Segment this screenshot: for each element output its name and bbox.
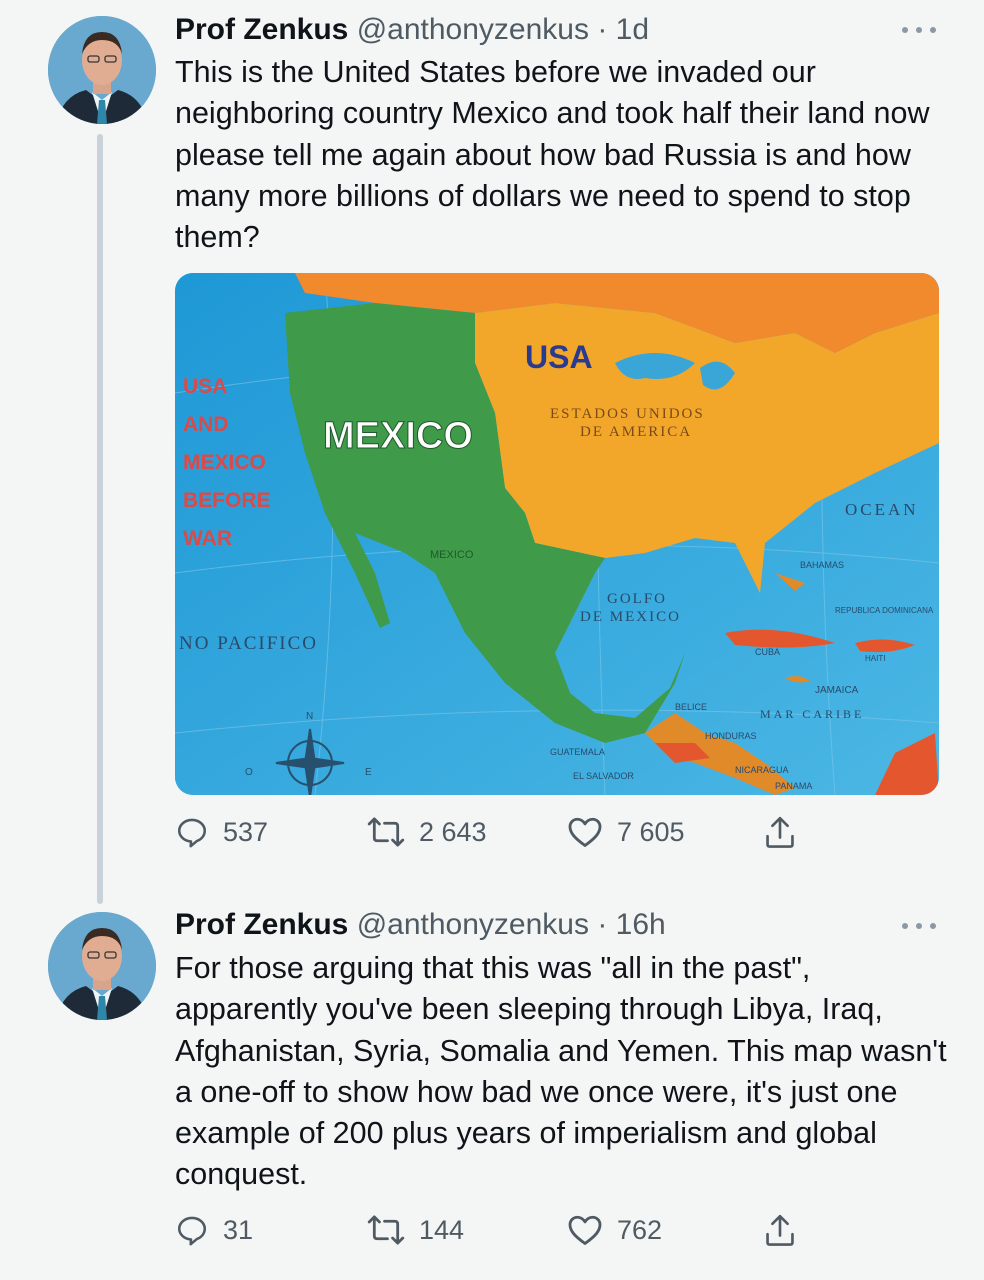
map-label-caribe: MAR CARIBE — [760, 707, 864, 721]
map-label-before-5: WAR — [183, 527, 232, 550]
reply-count: 31 — [223, 1214, 254, 1245]
retweet-button[interactable]: 2 643 — [367, 812, 487, 852]
share-icon — [766, 1214, 794, 1246]
map-label-mexico-small: MEXICO — [430, 549, 474, 561]
reply-count: 537 — [223, 816, 269, 847]
tweet-time[interactable]: 1d — [616, 13, 649, 46]
like-count: 762 — [617, 1214, 663, 1245]
retweet-icon — [367, 1215, 405, 1245]
reply-icon — [177, 1216, 207, 1246]
tweet-media-map[interactable]: USA ESTADOS UNIDOS DE AMERICA MEXICO USA… — [175, 273, 939, 795]
avatar[interactable] — [48, 16, 156, 124]
separator-dot: · — [597, 908, 608, 941]
reply-icon — [177, 818, 207, 848]
map-label-jamaica: JAMAICA — [815, 685, 859, 696]
share-button[interactable] — [763, 1210, 797, 1250]
map-label-estados-2: DE AMERICA — [580, 424, 692, 440]
tweet-actions: 537 2 643 7 605 — [175, 812, 815, 852]
author-name[interactable]: Prof Zenkus — [175, 13, 348, 46]
retweet-count: 144 — [419, 1214, 465, 1245]
retweet-count: 2 643 — [419, 816, 487, 847]
map-label-haiti: HAITI — [865, 654, 885, 663]
author-handle[interactable]: @anthonyzenkus — [357, 908, 589, 941]
avatar[interactable] — [48, 912, 156, 1020]
tweet-text: For those arguing that this was "all in … — [175, 951, 947, 1192]
retweet-button[interactable]: 144 — [367, 1210, 464, 1250]
map-label-usa: USA — [525, 339, 593, 375]
more-icon[interactable] — [902, 920, 936, 932]
like-button[interactable]: 7 605 — [567, 812, 685, 852]
tweet-actions: 31 144 762 — [175, 1210, 815, 1250]
share-icon — [766, 816, 794, 848]
map-label-panama: PANAMA — [775, 781, 812, 791]
map-label-guatemala: GUATEMALA — [550, 747, 605, 757]
retweet-icon — [367, 817, 405, 847]
reply-button[interactable]: 537 — [175, 812, 268, 852]
map-label-belice: BELICE — [675, 702, 707, 712]
map-label-mexico: MEXICO — [323, 415, 473, 457]
tweet-time[interactable]: 16h — [616, 908, 666, 941]
tweet-text: This is the United States before we inva… — [175, 55, 930, 255]
map-label-golfo-2: DE MEXICO — [580, 609, 681, 625]
map-label-honduras: HONDURAS — [705, 731, 757, 741]
map-label-before-4: BEFORE — [183, 489, 271, 512]
compass-n: N — [306, 711, 313, 722]
map-label-salvador: EL SALVADOR — [573, 771, 634, 781]
map-label-before-3: MEXICO — [183, 451, 266, 474]
map-label-before-1: USA — [183, 375, 227, 398]
map-label-bahamas: BAHAMAS — [800, 560, 844, 570]
map-label-golfo-1: GOLFO — [607, 591, 667, 607]
map-label-pacifico: NO PACIFICO — [179, 633, 318, 654]
map-label-oceano: OCEAN — [845, 500, 919, 519]
map-label-cuba: CUBA — [755, 647, 780, 657]
separator-dot: · — [597, 13, 608, 46]
author-handle[interactable]: @anthonyzenkus — [357, 13, 589, 46]
tweet-header: Prof Zenkus @anthonyzenkus · 16h — [175, 905, 666, 945]
compass-e: E — [365, 767, 372, 778]
map-label-before-2: AND — [183, 413, 229, 436]
like-button[interactable]: 762 — [567, 1210, 662, 1250]
like-count: 7 605 — [617, 816, 685, 847]
like-icon — [568, 1215, 602, 1245]
map-label-nicaragua: NICARAGUA — [735, 765, 789, 775]
share-button[interactable] — [763, 812, 797, 852]
compass-o: O — [245, 767, 253, 778]
map-label-republica: REPUBLICA DOMINICANA — [835, 606, 934, 615]
map-label-estados-1: ESTADOS UNIDOS — [550, 406, 705, 422]
author-name[interactable]: Prof Zenkus — [175, 908, 348, 941]
thread-line — [97, 134, 103, 904]
tweet-header: Prof Zenkus @anthonyzenkus · 1d — [175, 10, 649, 50]
more-icon[interactable] — [902, 24, 936, 36]
reply-button[interactable]: 31 — [175, 1210, 253, 1250]
like-icon — [568, 817, 602, 847]
